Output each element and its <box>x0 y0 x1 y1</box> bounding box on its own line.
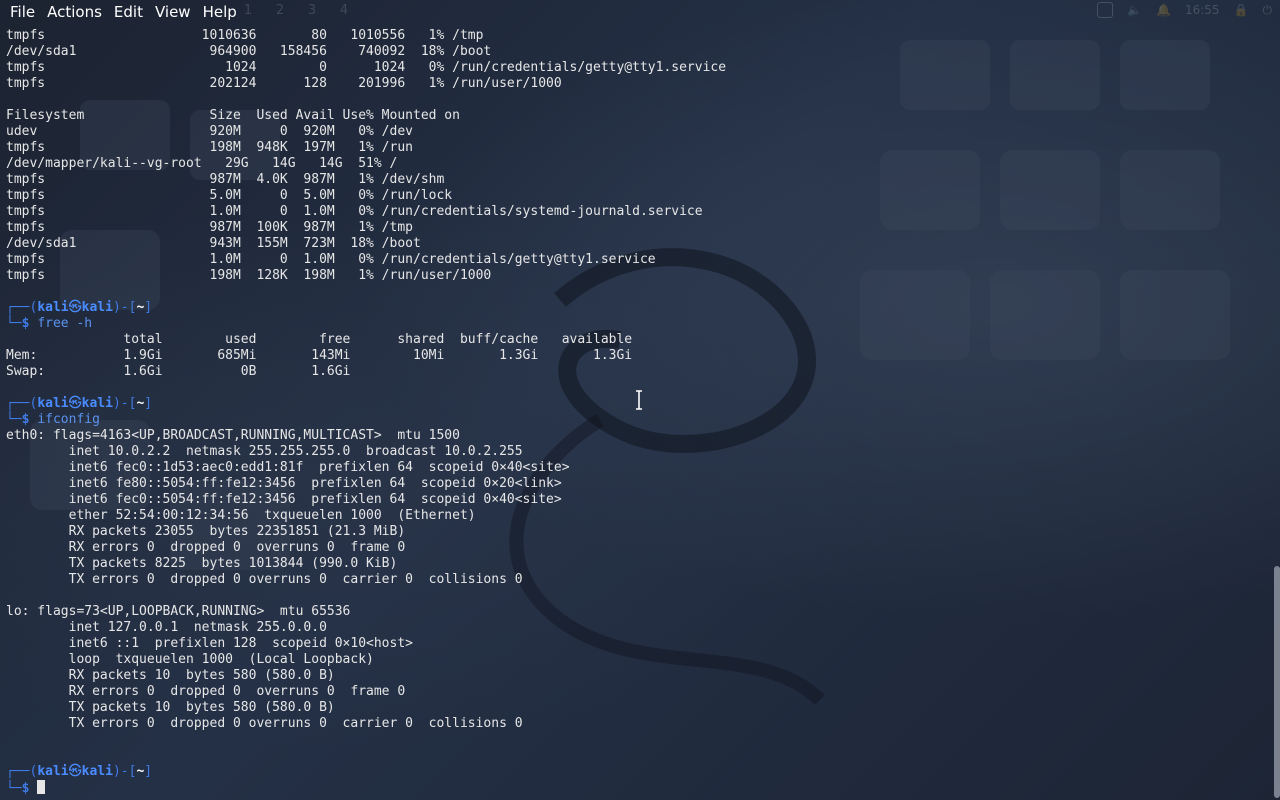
ifconfig-row: TX errors 0 dropped 0 overruns 0 carrier… <box>6 716 523 731</box>
active-prompt-line[interactable]: └─$ <box>6 780 1268 796</box>
ifconfig-row: inet6 fec0::5054:ff:fe12:3456 prefixlen … <box>6 492 562 507</box>
ifconfig-row: inet 127.0.0.1 netmask 255.0.0.0 <box>6 620 327 635</box>
df-row: tmpfs 5.0M 0 5.0M 0% /run/lock <box>6 188 453 203</box>
ifconfig-row: ether 52:54:00:12:34:56 txqueuelen 1000 … <box>6 508 476 523</box>
ifconfig-row: inet6 fec0::1d53:aec0:edd1:81f prefixlen… <box>6 460 570 475</box>
df-row: tmpfs 987M 4.0K 987M 1% /dev/shm <box>6 172 445 187</box>
ibeam-cursor-icon <box>636 390 642 410</box>
df-row: Filesystem Size Used Avail Use% Mounted … <box>6 108 460 123</box>
prompt-header: ┌──(kali㉿kali)-[~] <box>6 300 153 315</box>
display-icon[interactable] <box>1097 2 1114 18</box>
df-row: tmpfs 1024 0 1024 0% /run/credentials/ge… <box>6 60 727 75</box>
ifconfig-row: inet 10.0.2.2 netmask 255.255.255.0 broa… <box>6 444 523 459</box>
ifconfig-row: inet6 fe80::5054:ff:fe12:3456 prefixlen … <box>6 476 562 491</box>
free-output-block: total used free shared buff/cache availa… <box>6 332 1268 380</box>
df-row: /dev/sda1 943M 155M 723M 18% /boot <box>6 236 421 251</box>
free-row: Mem: 1.9Gi 685Mi 143Mi 10Mi 1.3Gi 1.3Gi <box>6 348 633 363</box>
ifconfig-row: lo: flags=73<UP,LOOPBACK,RUNNING> mtu 65… <box>6 604 351 619</box>
top-panel: File Actions Edit View Help 1 2 3 4 🔈 🔔 … <box>0 0 1280 24</box>
terminal-output[interactable]: tmpfs 1010636 80 1010556 1% /tmp/dev/sda… <box>6 28 1268 796</box>
workspace-2[interactable]: 2 <box>264 3 296 18</box>
ifconfig-row: RX packets 23055 bytes 22351851 (21.3 Mi… <box>6 524 406 539</box>
prompt-header: ┌──(kali㉿kali)-[~] <box>6 764 153 779</box>
df-row: tmpfs 202124 128 201996 1% /run/user/100… <box>6 76 562 91</box>
menu-file[interactable]: File <box>4 3 41 21</box>
ifconfig-row: RX packets 10 bytes 580 (580.0 B) <box>6 668 335 683</box>
menu-view[interactable]: View <box>149 3 197 21</box>
df-row: tmpfs 987M 100K 987M 1% /tmp <box>6 220 413 235</box>
ifconfig-output-block: eth0: flags=4163<UP,BROADCAST,RUNNING,MU… <box>6 428 1268 732</box>
ifconfig-command: ifconfig <box>37 412 100 427</box>
df-row: udev 920M 0 920M 0% /dev <box>6 124 413 139</box>
notification-bell-icon[interactable]: 🔔 <box>1156 3 1171 17</box>
prompt-command-line: └─$ free -h <box>6 316 93 331</box>
menu-bar: File Actions Edit View Help <box>0 0 243 24</box>
volume-icon[interactable]: 🔈 <box>1127 3 1142 17</box>
df-raw-tail-block: tmpfs 1010636 80 1010556 1% /tmp/dev/sda… <box>6 28 1268 92</box>
df-row: tmpfs 198M 948K 197M 1% /run <box>6 140 413 155</box>
ifconfig-row: RX errors 0 dropped 0 overruns 0 frame 0 <box>6 684 406 699</box>
ifconfig-row: inet6 ::1 prefixlen 128 scopeid 0×10<hos… <box>6 636 413 651</box>
df-row: tmpfs 1.0M 0 1.0M 0% /run/credentials/ge… <box>6 252 656 267</box>
df-row: tmpfs 1010636 80 1010556 1% /tmp <box>6 28 484 43</box>
df-row: /dev/sda1 964900 158456 740092 18% /boot <box>6 44 492 59</box>
menu-edit[interactable]: Edit <box>108 3 149 21</box>
power-icon[interactable]: ⏻ <box>1263 3 1273 18</box>
ifconfig-row: TX packets 8225 bytes 1013844 (990.0 KiB… <box>6 556 398 571</box>
ifconfig-row: RX errors 0 dropped 0 overruns 0 frame 0 <box>6 540 406 555</box>
lock-icon[interactable]: 🔒 <box>1234 3 1249 17</box>
workspace-switcher: 1 2 3 4 <box>232 3 360 18</box>
ifconfig-row <box>6 588 1268 604</box>
df-row: /dev/mapper/kali--vg-root 29G 14G 14G 51… <box>6 156 398 171</box>
prompt-command-line: └─$ ifconfig <box>6 412 100 427</box>
ifconfig-row: eth0: flags=4163<UP,BROADCAST,RUNNING,MU… <box>6 428 460 443</box>
ifconfig-row: TX errors 0 dropped 0 overruns 0 carrier… <box>6 572 523 587</box>
ifconfig-row: TX packets 10 bytes 580 (580.0 B) <box>6 700 335 715</box>
ifconfig-row: loop txqueuelen 1000 (Local Loopback) <box>6 652 374 667</box>
text-cursor <box>37 780 46 794</box>
menu-actions[interactable]: Actions <box>41 3 108 21</box>
df-row: tmpfs 1.0M 0 1.0M 0% /run/credentials/sy… <box>6 204 703 219</box>
system-tray: 🔈 🔔 16:55 🔒 ⏻ <box>1097 2 1272 18</box>
terminal-scrollbar[interactable] <box>1274 566 1280 798</box>
df-row: tmpfs 198M 128K 198M 1% /run/user/1000 <box>6 268 492 283</box>
workspace-3[interactable]: 3 <box>296 3 328 18</box>
workspace-1[interactable]: 1 <box>232 3 264 18</box>
df-human-block: Filesystem Size Used Avail Use% Mounted … <box>6 108 1268 284</box>
free-command: free -h <box>37 316 93 331</box>
workspace-4[interactable]: 4 <box>328 3 360 18</box>
clock[interactable]: 16:55 <box>1185 3 1220 17</box>
free-row: total used free shared buff/cache availa… <box>6 332 633 347</box>
free-row: Swap: 1.6Gi 0B 1.6Gi <box>6 364 351 379</box>
